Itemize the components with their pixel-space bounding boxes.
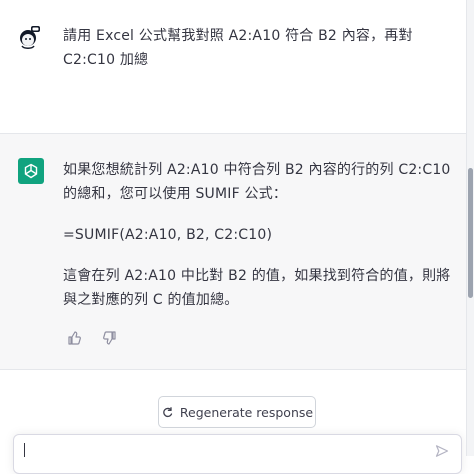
- scrollbar-thumb[interactable]: [468, 168, 473, 298]
- assistant-message-row: 如果您想統計列 A2:A10 中符合列 B2 內容的行的列 C2:C10 的總和…: [0, 134, 466, 370]
- assistant-message-body: 如果您想統計列 A2:A10 中符合列 B2 內容的行的列 C2:C10 的總和…: [63, 158, 453, 329]
- send-icon[interactable]: [435, 443, 449, 457]
- assistant-paragraph-2: 這會在列 A2:A10 中比對 B2 的值，如果找到符合的值，則將與之對應的列 …: [63, 268, 451, 308]
- regenerate-response-button[interactable]: Regenerate response: [158, 396, 316, 428]
- scrollbar-track[interactable]: [466, 0, 474, 456]
- message-composer[interactable]: [13, 434, 462, 474]
- regenerate-response-label: Regenerate response: [179, 404, 314, 420]
- thumbs-up-icon[interactable]: [66, 330, 82, 346]
- assistant-avatar: [18, 158, 44, 184]
- refresh-icon: [161, 406, 173, 418]
- user-message-text: 請用 Excel 公式幫我對照 A2:A10 符合 B2 內容，再對 C2:C1…: [63, 28, 413, 68]
- bottom-controls: Regenerate response: [0, 370, 466, 474]
- text-caret: [24, 443, 25, 457]
- assistant-paragraph-1: 如果您想統計列 A2:A10 中符合列 B2 內容的行的列 C2:C10 的總和…: [63, 162, 451, 202]
- user-avatar: [13, 22, 43, 52]
- assistant-formula: =SUMIF(A2:A10, B2, C2:C10): [63, 227, 273, 243]
- thumbs-down-icon[interactable]: [102, 330, 118, 346]
- feedback-actions: [66, 330, 118, 346]
- openai-logo-icon: [24, 163, 38, 179]
- user-message-row: 請用 Excel 公式幫我對照 A2:A10 符合 B2 內容，再對 C2:C1…: [0, 0, 466, 134]
- user-avatar-icon: [20, 26, 40, 49]
